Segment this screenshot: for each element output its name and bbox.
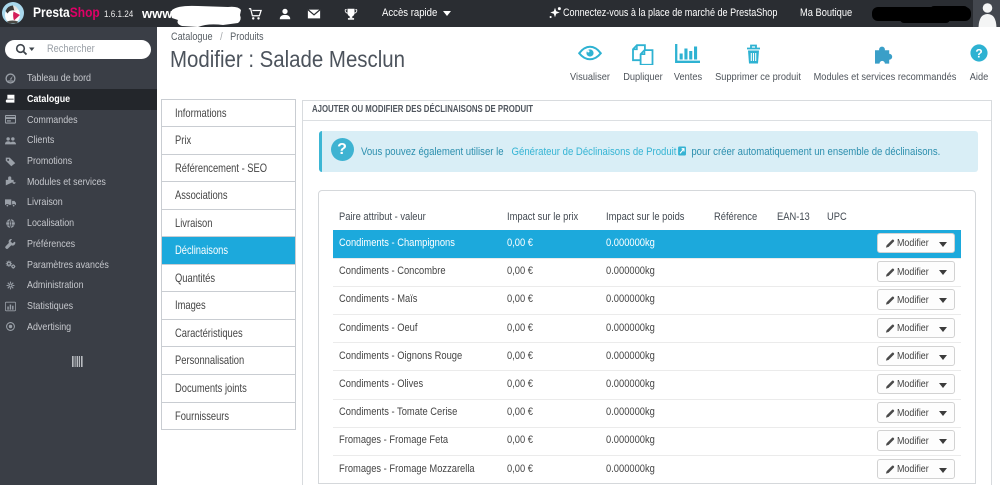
svg-text:?: ? [975,46,982,60]
